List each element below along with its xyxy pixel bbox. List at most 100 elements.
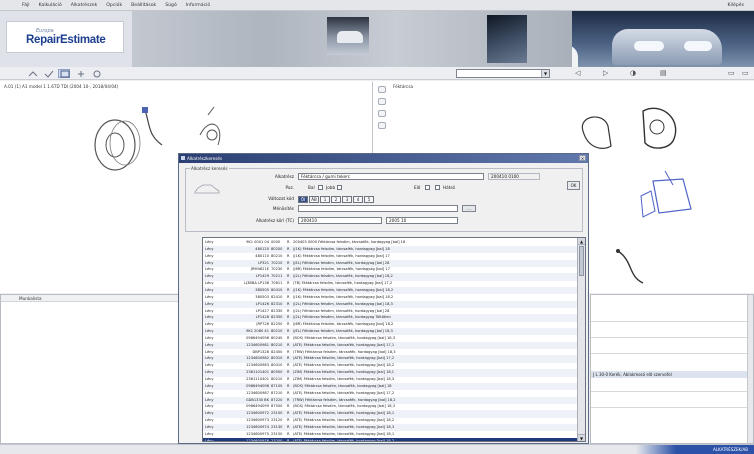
forward-icon[interactable]: ▷ (603, 70, 608, 77)
work-list-panel: Munkalista (0, 294, 200, 444)
status-bar: ALKATRÉSZEK/AB (0, 444, 754, 454)
view-selector[interactable]: ▼ (456, 69, 550, 78)
scroll-up-icon[interactable]: ▲ (578, 238, 585, 245)
menu-item[interactable]: Opciók (106, 3, 122, 8)
zoom-reset-icon[interactable] (378, 98, 386, 105)
header-banner: Europa RepairEstimate (0, 11, 754, 67)
variant-option-3[interactable]: 1 (320, 196, 330, 203)
back-icon[interactable]: ◁ (575, 70, 580, 77)
pan-icon[interactable] (74, 69, 86, 78)
search-group-label: Alkatrész keresés (190, 166, 229, 171)
part-name-field[interactable]: Féktárcsa / gumi tekerc (298, 173, 484, 180)
variant-option-5[interactable]: 3 (342, 196, 352, 203)
menu-item[interactable]: Fájl (22, 3, 30, 8)
mechanic-photo (572, 11, 754, 67)
left-panel-title: A.01 (1) A1 model 1 1.6TD TDI (2004 10-,… (4, 84, 119, 89)
menu-item[interactable]: Információ (186, 3, 210, 8)
work-list-title: Munkalista (19, 296, 42, 301)
variant-option-2[interactable]: ÁB (309, 196, 319, 203)
row-divider (591, 353, 749, 354)
row-divider (591, 321, 749, 322)
check-icon[interactable] (42, 69, 54, 78)
side-left-label: Bal (308, 185, 315, 190)
contrast-icon[interactable]: ◑ (630, 70, 636, 77)
menu-exit[interactable]: Kilépés (727, 3, 744, 8)
rear-checkbox[interactable] (435, 185, 440, 190)
table-cell: (ATE) Féktárcsa felsdim, tárcsafék, hord… (293, 438, 395, 442)
variant-option-4[interactable]: 2 (331, 196, 341, 203)
chevron-down-icon[interactable]: ▼ (541, 70, 549, 77)
table-cell: Lény (205, 438, 214, 442)
dialog-titlebar[interactable]: Alkatrészkeresés ✕ (179, 154, 588, 163)
description-lookup-button[interactable]: … (462, 205, 476, 212)
table-cell: 23200 (271, 438, 283, 442)
description-label: Ménösítés (272, 206, 294, 211)
operations-scrollbar[interactable] (747, 295, 753, 443)
headlight-icon (634, 41, 664, 51)
application-window: Fájl Kalkuláció Alkatrészek Opciók Beállítás… (0, 0, 754, 454)
category-label: Alkatrész körl (TC) (255, 218, 294, 223)
toolbar: ▼ ◁ ▷ ◑ ▤ ▭ ▭ (0, 67, 754, 80)
headlight-icon (684, 41, 712, 51)
part-search-dialog: Alkatrészkeresés ✕ Alkatrész keresés Alk… (178, 153, 589, 444)
table-cell: 1234600976 (246, 438, 269, 442)
results-scrollbar[interactable]: ▲ ▼ (577, 238, 585, 441)
restore-icon[interactable]: ▭ (742, 70, 749, 77)
part-name-label: Alkatrész (274, 174, 294, 179)
table-row[interactable]: Lény 1234600976 23200 R (ATE) Féktárcsa fels… (203, 437, 577, 442)
side-right-checkbox[interactable] (337, 185, 342, 190)
minimize-icon[interactable]: ▭ (728, 70, 735, 77)
table-cell: R (287, 438, 290, 442)
part-code-field[interactable]: 200410 0100 (488, 173, 540, 180)
menu-item[interactable]: Alkatrészek (71, 3, 98, 8)
menu-item[interactable]: Kalkuláció (39, 3, 62, 8)
side-left-checkbox[interactable] (318, 185, 323, 190)
parts-results-table: Lény 9K1 0001 04 0000 R 200403 0000 Féktárcs… (202, 237, 586, 442)
window-icon (181, 156, 185, 160)
work-list-header: Munkalista (1, 295, 199, 302)
rotate-icon[interactable] (90, 69, 102, 78)
right-panel-title: Féktárcsa (393, 84, 414, 89)
menu-item[interactable]: Beállítások (131, 3, 156, 8)
side-label: Poz. (285, 185, 294, 190)
variant-option-1[interactable]: Öl (298, 196, 308, 203)
variant-option-6[interactable]: 4 (353, 196, 363, 203)
scroll-down-icon[interactable]: ▼ (578, 434, 585, 441)
print-icon[interactable]: ▤ (660, 70, 667, 77)
car-body-icon (337, 31, 363, 43)
status-wave (636, 445, 676, 454)
search-group: Alkatrész keresés Alkatrész Féktárcsa / … (185, 166, 583, 232)
app-logo: Europa RepairEstimate (6, 21, 124, 53)
variant-label: Változat kód (268, 196, 294, 201)
row-divider (591, 391, 749, 392)
category-select-2[interactable]: 2005 10 (386, 217, 458, 224)
fit-view-icon[interactable] (378, 110, 386, 117)
front-checkbox[interactable] (425, 185, 430, 190)
logo-product: RepairEstimate (26, 34, 106, 46)
row-divider (591, 407, 749, 408)
engine-photo-icon (487, 15, 527, 63)
close-icon[interactable]: ✕ (579, 155, 586, 161)
variant-option-7[interactable]: 5 (364, 196, 374, 203)
info-icon[interactable] (378, 122, 386, 129)
menu-item[interactable]: Súgó (165, 3, 177, 8)
front-label: Elő (414, 185, 421, 190)
status-text: ALKATRÉSZEK/AB (713, 447, 748, 452)
rear-label: Hátsó (443, 185, 456, 190)
side-right-label: Jobb (326, 185, 336, 190)
row-divider (591, 337, 749, 338)
description-field[interactable] (298, 205, 458, 212)
brake-caliper-drawing-icon (581, 107, 692, 284)
ok-button[interactable]: OK (567, 181, 580, 190)
scroll-thumb[interactable] (579, 246, 584, 276)
select-icon[interactable] (58, 69, 70, 78)
dialog-title: Alkatrészkeresés (187, 156, 223, 161)
category-select[interactable]: 200410 (298, 217, 382, 224)
car-silhouette-icon (194, 184, 220, 194)
zoom-in-icon[interactable] (378, 86, 386, 93)
operations-panel: J L 30-0 Kerék, Ablakmosó elő szervofol (590, 294, 754, 444)
mechanic-shirt-icon (572, 45, 578, 67)
zoom-out-icon[interactable] (26, 69, 38, 78)
menu-bar: Fájl Kalkuláció Alkatrészek Opciók Beállítás… (0, 0, 754, 11)
selected-operation-text: J L 30-0 Kerék, Ablakmosó elő szervofol (593, 372, 672, 377)
